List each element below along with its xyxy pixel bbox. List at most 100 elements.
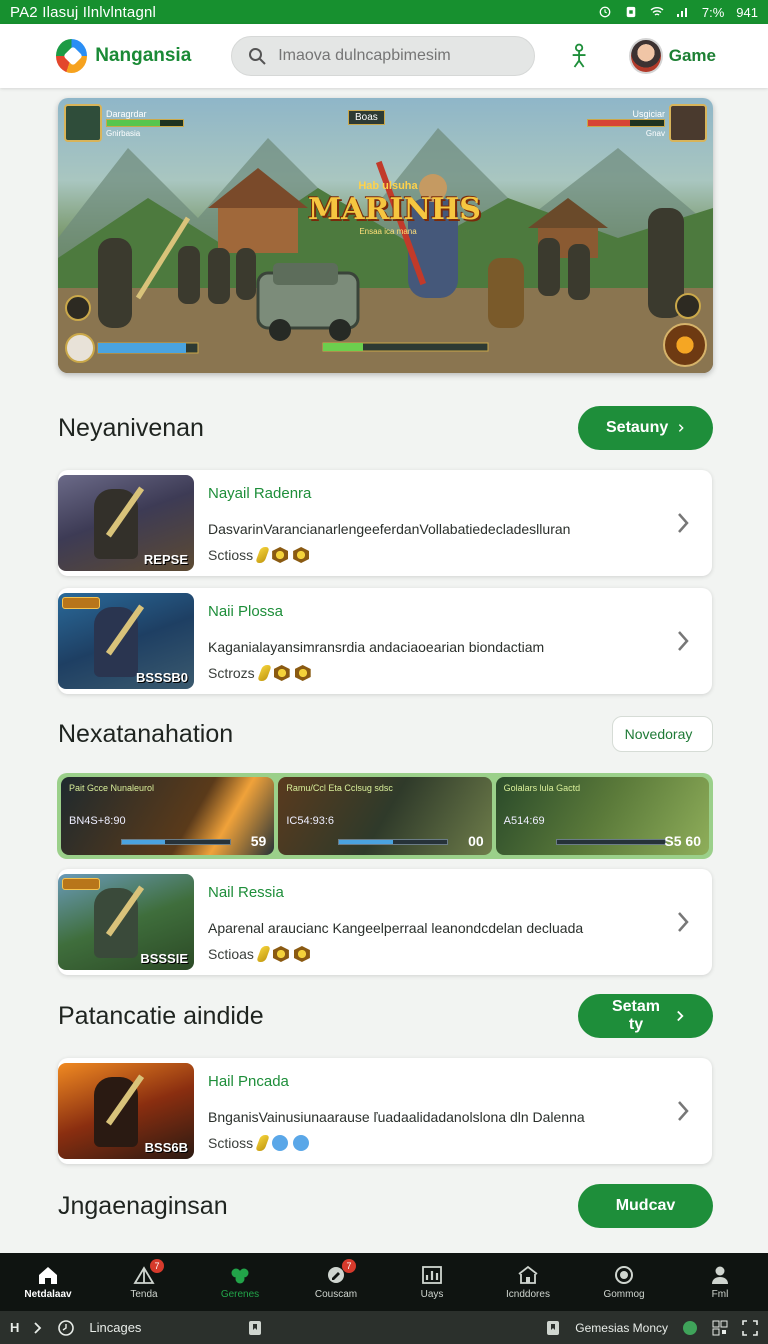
player-portrait [64, 104, 102, 142]
thumb-badge: BSS6B [144, 1140, 188, 1155]
game-label[interactable]: Game [669, 46, 716, 66]
nav-item-couscam[interactable]: 7 Couscam [288, 1253, 384, 1311]
clock-icon[interactable] [57, 1319, 75, 1337]
wifi-icon [650, 7, 664, 16]
card-name: Nayail Radenra [208, 485, 312, 502]
section-action-button[interactable]: Novedoray [612, 716, 713, 752]
bookmark-icon[interactable] [247, 1320, 263, 1336]
status-bar: PA2 Ilasuj Ilnlvlntagnl 7:% 941 [0, 0, 768, 24]
thumb-badge: REPSE [143, 552, 188, 567]
medal-icon [293, 946, 310, 962]
chevron-right-icon[interactable] [676, 1099, 690, 1123]
card-thumbnail: BSSSB0 [58, 593, 194, 689]
nav-item-home[interactable]: Netdalaav [0, 1253, 96, 1311]
thumb-badge: BSSSIE [140, 951, 188, 966]
card-thumbnail: REPSE [58, 475, 194, 571]
chevron-right-icon[interactable] [676, 910, 690, 934]
bottom-nav: Netdalaav 7 Tenda Gerenes 7 Couscam Uays… [0, 1253, 768, 1311]
sword-icon [255, 547, 271, 563]
tile-progress-bar [338, 839, 449, 845]
bookmark-icon[interactable] [545, 1320, 561, 1336]
app-logo[interactable] [56, 39, 88, 73]
medal-icon [273, 665, 290, 681]
hero-banner[interactable]: Daragrdar Gnirbasia Boas Usgiciar Gnav H… [58, 98, 713, 373]
tile-title: Pait Gcce Nunaleurol [69, 783, 155, 793]
nav-item-uays[interactable]: Uays [384, 1253, 480, 1311]
medal-icon [293, 547, 310, 563]
status-time: 941 [736, 4, 758, 20]
hud-top-left: Daragrdar Gnirbasia [64, 104, 184, 142]
nav-item-profile[interactable]: Fml [672, 1253, 768, 1311]
hud-left-sub: Gnirbasia [106, 128, 141, 138]
nav-label: Fml [711, 1288, 729, 1300]
card-name: Naii Plossa [208, 603, 284, 620]
game-card[interactable]: BSSSB0 Naii Plossa Kaganialayansimransrd… [58, 588, 712, 694]
card-meta: Sctrozs [208, 665, 311, 681]
person-icon[interactable] [569, 42, 589, 70]
button-label: Novedoray [624, 726, 693, 742]
enemy-health-bar [587, 118, 665, 127]
section-action-button[interactable]: Setam ty [578, 994, 713, 1038]
section-header-1: Neyanivenan Setauny [58, 406, 713, 450]
clover-icon [231, 1268, 249, 1283]
featured-tile[interactable]: Pait Gcce Nunaleurol BN4S+8:90 59 [61, 777, 275, 855]
battery-text: 7:% [701, 4, 725, 20]
medal-icon [294, 665, 311, 681]
meta-label: Sctioss [208, 1135, 254, 1151]
attack-button[interactable] [663, 323, 707, 367]
medal-icon [272, 946, 289, 962]
featured-tile[interactable]: Golalars lula Gactd A514:69 S5 60 [495, 777, 709, 855]
meta-label: Sctrozs [208, 665, 255, 681]
hud-center-label: Boas [348, 110, 385, 125]
hud-top-right: Usgiciar Gnav [587, 104, 707, 142]
player-health-bar [106, 118, 184, 127]
nav-item-tenda[interactable]: 7 Tenda [96, 1253, 192, 1311]
game-card[interactable]: BSSSIE Nail Ressia Aparenal araucianc Ka… [58, 869, 712, 975]
hud-left-name: Daragrdar [106, 108, 147, 119]
card-description: Aparenal araucianc Kangeelperraal leanon… [208, 920, 584, 936]
h-icon[interactable]: H [10, 1320, 19, 1335]
game-card[interactable]: REPSE Nayail Radenra DasvarinVarancianar… [58, 470, 712, 576]
medal-icon [272, 547, 289, 563]
avatar[interactable] [629, 38, 663, 74]
home-icon [39, 1266, 57, 1284]
thumb-badge: BSSSB0 [135, 670, 188, 685]
brand-name[interactable]: Nangansia [95, 45, 205, 67]
nav-label: Tenda [130, 1288, 158, 1300]
nav-item-games[interactable]: Gerenes [192, 1253, 288, 1311]
nav-item-gommog[interactable]: Gommog [576, 1253, 672, 1311]
hud-right-sub: Gnav [645, 128, 665, 138]
tile-score: 59 [250, 833, 267, 849]
hero-tagline: Ensaa ica mana [359, 227, 417, 236]
button-label: Setam ty [611, 998, 661, 1033]
section-title: Nexatanahation [58, 719, 234, 748]
chevron-right-icon[interactable] [33, 1321, 43, 1335]
game-card[interactable]: BSS6B Hail Pncada BnganisVainusiunaaraus… [58, 1058, 712, 1164]
chevron-right-icon[interactable] [676, 511, 690, 535]
featured-tile[interactable]: Ramu/Ccl Eta Cclsug sdsc IC54:93:6 00 [278, 777, 492, 855]
nav-label: Gerenes [220, 1288, 260, 1300]
card-thumbnail: BSS6B [58, 1063, 194, 1159]
nav-label: Uays [420, 1288, 444, 1300]
sysbar-right-label: Gemesias Moncy [575, 1320, 668, 1335]
hero-subtitle: Hab ulsuha [358, 180, 418, 192]
tile-title: Ramu/Ccl Eta Cclsug sdsc [286, 783, 393, 793]
scan-icon[interactable] [742, 1319, 758, 1336]
nav-label: Couscam [314, 1288, 358, 1300]
hero-title: MARINHS [308, 192, 481, 227]
signal-icon [676, 8, 687, 17]
card-description: Kaganialayansimransrdia andaciaoearian b… [208, 639, 545, 655]
search-bar[interactable] [231, 36, 536, 76]
chevron-right-icon[interactable] [676, 629, 690, 653]
status-text: PA2 Ilasuj Ilnlvlntagnl [10, 3, 157, 21]
qr-icon[interactable] [712, 1320, 728, 1336]
leaf-icon[interactable] [682, 1320, 698, 1336]
section-action-button[interactable]: Mudcav [578, 1184, 713, 1228]
search-input[interactable] [278, 47, 519, 65]
search-icon [249, 48, 266, 65]
section-title: Jngaenaginsan [58, 1191, 228, 1220]
nav-item-icnddores[interactable]: Icnddores [480, 1253, 576, 1311]
section-action-button[interactable]: Setauny [578, 406, 713, 450]
notification-badge: 7 [342, 1259, 356, 1273]
chevron-right-icon [677, 1010, 684, 1022]
